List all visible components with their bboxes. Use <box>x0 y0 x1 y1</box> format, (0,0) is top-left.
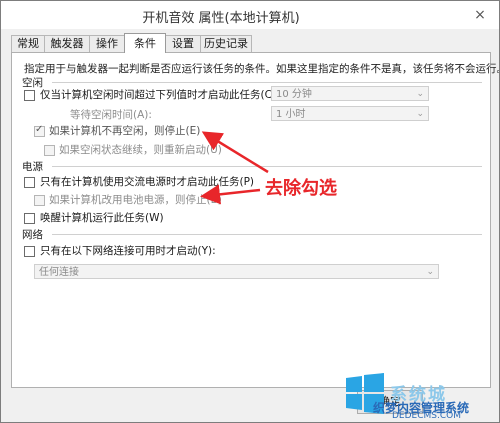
annotation-text: 去除勾选 <box>265 178 337 199</box>
arrow-to-stop-if-not-idle <box>201 131 269 174</box>
tab-conditions[interactable]: 条件 <box>124 33 166 53</box>
annotation-arrows <box>200 131 269 205</box>
arrow-to-stop-on-battery <box>200 184 261 205</box>
watermark-domain: DEDECMS.COM <box>392 411 461 421</box>
